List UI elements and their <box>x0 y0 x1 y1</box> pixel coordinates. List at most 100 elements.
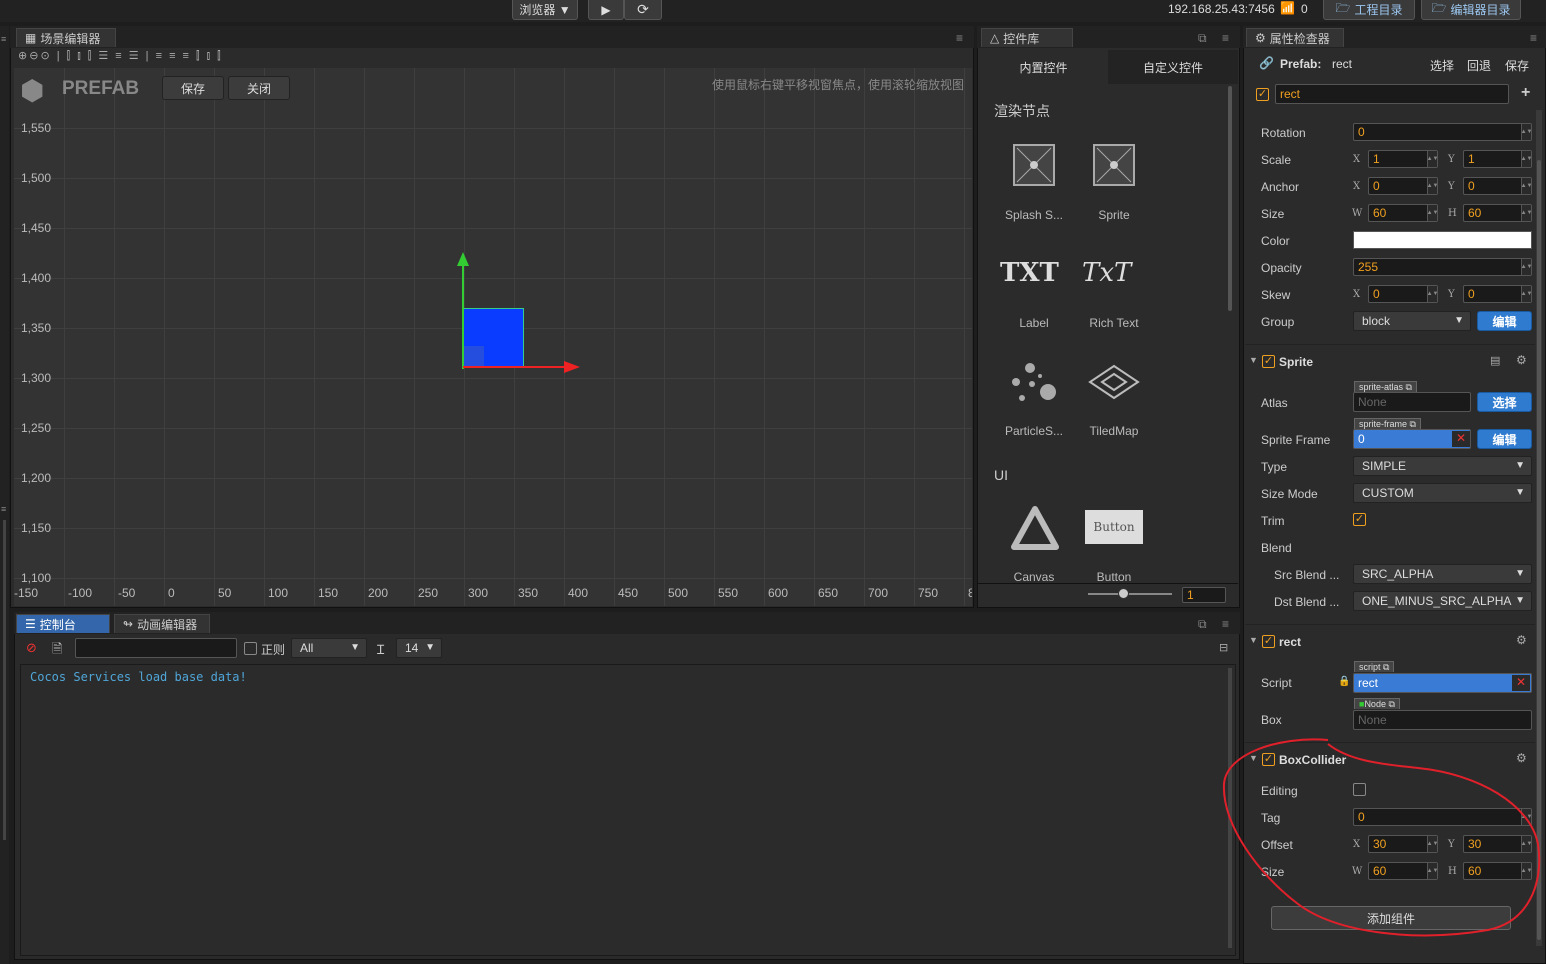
scene-viewport[interactable]: ⬢ PREFAB 保存 关闭 使用鼠标右键平移视窗焦点，使用滚轮缩放视图 -15… <box>14 68 972 606</box>
tab-scene-editor[interactable]: ▦ 场景编辑器 <box>16 28 116 47</box>
offset-y-input[interactable]: 30 ▲▼ <box>1463 835 1532 853</box>
panel-menu-icon[interactable]: ≡ <box>1222 31 1229 45</box>
spinner-icon[interactable]: ▲▼ <box>1521 286 1532 302</box>
clear-icon[interactable]: ✕ <box>1512 675 1530 691</box>
src-blend-select[interactable]: SRC_ALPHA ▼ <box>1353 564 1532 584</box>
spinner-icon[interactable]: ▲▼ <box>1521 205 1532 221</box>
type-select[interactable]: SIMPLE ▼ <box>1353 456 1532 476</box>
tab-widget-library[interactable]: △ 控件库 <box>981 28 1073 47</box>
atlas-input[interactable]: None <box>1353 392 1471 412</box>
console-scrollbar[interactable] <box>1228 668 1232 948</box>
group-edit-button[interactable]: 编辑 <box>1477 311 1532 331</box>
atlas-select-button[interactable]: 选择 <box>1477 392 1532 412</box>
widget-scrollbar[interactable] <box>1228 86 1232 311</box>
boxcollider-enabled-checkbox[interactable]: ✓ <box>1262 753 1275 766</box>
spinner-icon[interactable]: ▲▼ <box>1521 836 1532 852</box>
size-mode-select[interactable]: CUSTOM ▼ <box>1353 483 1532 503</box>
size-h-input[interactable]: 60 ▲▼ <box>1463 204 1532 222</box>
zoom-slider[interactable] <box>1088 593 1172 595</box>
spinner-icon[interactable]: ▲▼ <box>1427 178 1438 194</box>
editor-dir-button[interactable]: 🗁 编辑器目录 <box>1421 0 1521 20</box>
spinner-icon[interactable]: ▲▼ <box>1427 836 1438 852</box>
prefab-revert-button[interactable]: 回退 <box>1467 57 1491 74</box>
prefab-save-button[interactable]: 保存 <box>162 76 224 100</box>
tab-animation-editor[interactable]: ↬ 动画编辑器 <box>114 614 210 633</box>
left-scrollbar[interactable] <box>3 520 6 840</box>
spinner-icon[interactable]: ▲▼ <box>1521 259 1532 275</box>
collapse-icon[interactable]: ⊟ <box>1219 641 1228 654</box>
tab-builtin-widgets[interactable]: 内置控件 <box>979 50 1108 84</box>
splash-sprite-icon[interactable] <box>1013 144 1055 186</box>
box-input[interactable]: None <box>1353 710 1532 730</box>
collapse-arrow-icon[interactable]: ▼ <box>1249 753 1258 763</box>
inspector-scroll-thumb[interactable] <box>1537 160 1541 940</box>
spinner-icon[interactable]: ▲▼ <box>1427 151 1438 167</box>
spinner-icon[interactable]: ▲▼ <box>1521 863 1532 879</box>
sprite-icon[interactable] <box>1093 144 1135 186</box>
prefab-save-button[interactable]: 保存 <box>1505 57 1529 74</box>
maximize-icon[interactable]: ⧉ <box>1198 617 1207 632</box>
project-dir-button[interactable]: 🗁 工程目录 <box>1323 0 1415 20</box>
panel-menu-icon[interactable]: ≡ <box>1222 617 1229 631</box>
gear-icon[interactable]: ⚙ <box>1516 633 1527 647</box>
scale-x-input[interactable]: 1 ▲▼ <box>1368 150 1438 168</box>
collider-size-w-input[interactable]: 60 ▲▼ <box>1368 862 1438 880</box>
spinner-icon[interactable]: ▲▼ <box>1521 809 1532 825</box>
console-log-area[interactable] <box>20 664 1236 956</box>
add-icon[interactable]: + <box>1521 84 1530 102</box>
add-component-button[interactable]: 添加组件 <box>1271 906 1511 930</box>
panel-menu-icon[interactable]: ≡ <box>1 504 6 514</box>
size-w-input[interactable]: 60 ▲▼ <box>1368 204 1438 222</box>
prefab-select-button[interactable]: 选择 <box>1430 57 1454 74</box>
gear-icon[interactable]: ⚙ <box>1516 751 1527 765</box>
clear-icon[interactable]: ✕ <box>1452 431 1470 447</box>
trim-checkbox[interactable]: ✓ <box>1353 513 1366 526</box>
x-arrow-icon[interactable] <box>564 361 580 373</box>
canvas-icon[interactable] <box>1010 505 1060 551</box>
y-arrow-icon[interactable] <box>457 252 469 266</box>
prefab-close-button[interactable]: 关闭 <box>228 76 290 100</box>
regex-checkbox[interactable] <box>244 642 257 655</box>
spinner-icon[interactable]: ▲▼ <box>1427 286 1438 302</box>
spinner-icon[interactable]: ▲▼ <box>1427 863 1438 879</box>
gear-icon[interactable]: ⚙ <box>1516 353 1527 367</box>
zoom-reset-icon[interactable]: ⊙ <box>40 50 51 62</box>
tag-input[interactable]: 0 ▲▼ <box>1353 808 1532 826</box>
panel-menu-icon[interactable]: ≡ <box>1530 31 1537 45</box>
spinner-icon[interactable]: ▲▼ <box>1521 124 1532 140</box>
tab-console[interactable]: ☰ 控制台 <box>16 614 110 633</box>
label-text-icon[interactable]: TXT <box>1000 258 1070 288</box>
opacity-input[interactable]: 255 ▲▼ <box>1353 258 1532 276</box>
refresh-button[interactable]: ⟳ <box>624 0 662 20</box>
tiledmap-icon[interactable] <box>1088 364 1140 404</box>
richtext-icon[interactable]: TxT <box>1082 258 1152 288</box>
x-axis-handle[interactable] <box>463 366 565 368</box>
collapse-arrow-icon[interactable]: ▼ <box>1249 355 1258 365</box>
anchor-x-input[interactable]: 0 ▲▼ <box>1368 177 1438 195</box>
tab-inspector[interactable]: ⚙ 属性检查器 <box>1246 28 1344 47</box>
zoom-in-icon[interactable]: ⊕ <box>18 50 29 62</box>
collapse-arrow-icon[interactable]: ▼ <box>1249 635 1258 645</box>
play-button[interactable]: ▶ <box>588 0 624 20</box>
dst-blend-select[interactable]: ONE_MINUS_SRC_ALPHA ▼ <box>1353 591 1532 611</box>
spinner-icon[interactable]: ▲▼ <box>1521 151 1532 167</box>
editing-checkbox[interactable] <box>1353 783 1366 796</box>
spinner-icon[interactable]: ▲▼ <box>1427 205 1438 221</box>
zoom-out-icon[interactable]: ⊖ <box>29 50 40 62</box>
log-level-select[interactable]: All ▼ <box>291 638 367 658</box>
panel-menu-icon[interactable]: ≡ <box>956 31 963 45</box>
rotation-input[interactable]: 0 ▲▼ <box>1353 123 1532 141</box>
skew-y-input[interactable]: 0 ▲▼ <box>1463 285 1532 303</box>
color-swatch[interactable] <box>1353 231 1532 249</box>
sprite-frame-edit-button[interactable]: 编辑 <box>1477 429 1532 449</box>
collider-size-h-input[interactable]: 60 ▲▼ <box>1463 862 1532 880</box>
group-select[interactable]: block ▼ <box>1353 311 1471 331</box>
zoom-slider-thumb[interactable] <box>1118 588 1129 599</box>
particle-system-icon[interactable] <box>1010 360 1060 404</box>
node-name-input[interactable]: rect <box>1275 84 1509 104</box>
open-log-icon[interactable]: 🗎 <box>52 640 62 662</box>
scale-y-input[interactable]: 1 ▲▼ <box>1463 150 1532 168</box>
browser-dropdown[interactable]: 浏览器 ▼ <box>512 0 578 20</box>
spinner-icon[interactable]: ▲▼ <box>1521 178 1532 194</box>
align-icons[interactable]: ⫿ ⫾ ⫿ ☰ ≡ ☰ | ≡ ≡ ≡ ⫿ ⫾ ⫿ <box>67 50 223 62</box>
